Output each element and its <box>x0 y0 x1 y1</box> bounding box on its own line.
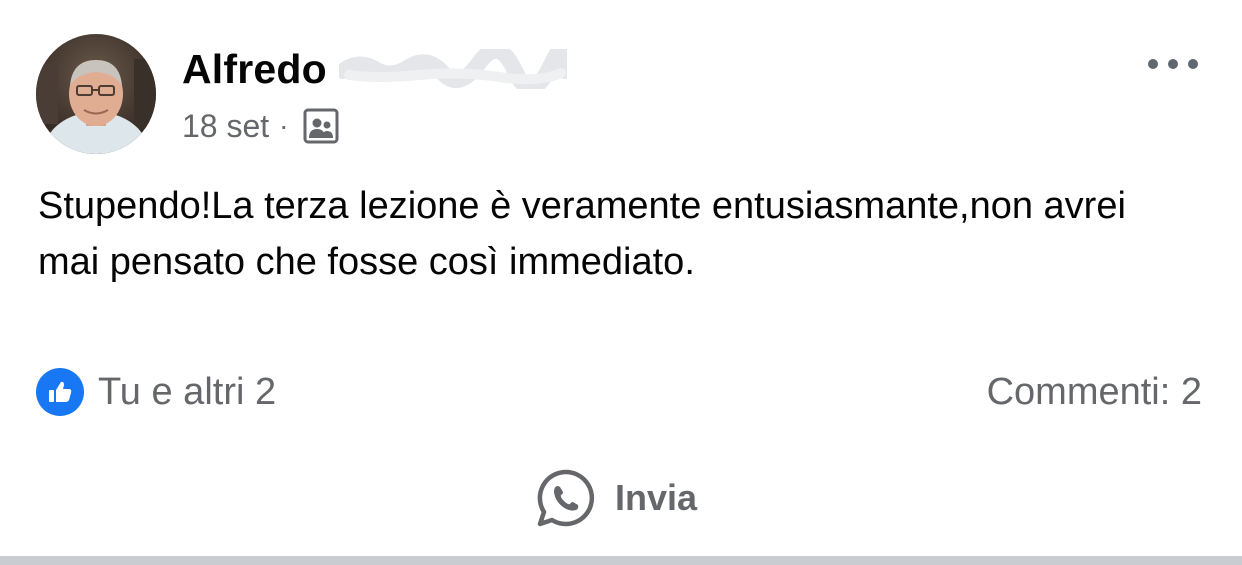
like-icon <box>36 368 84 416</box>
author-header: Alfredo <box>182 37 575 96</box>
avatar[interactable] <box>36 34 156 154</box>
post-meta: 18 set · <box>182 104 339 148</box>
share-label: Invia <box>615 477 698 518</box>
meta-separator: · <box>279 110 289 141</box>
whatsapp-icon <box>535 467 597 529</box>
redacted-surname <box>334 37 575 96</box>
more-dot <box>1188 59 1198 69</box>
author-name[interactable]: Alfredo <box>182 46 327 93</box>
post-body: Stupendo!La terza lezione è veramente en… <box>38 185 1126 283</box>
reactions-summary[interactable]: Tu e altri 2 <box>36 366 276 418</box>
share-button[interactable]: Invia <box>535 466 697 530</box>
comments-count[interactable]: Commenti: 2 <box>987 366 1202 418</box>
post-date[interactable]: 18 set <box>182 108 269 145</box>
post-divider <box>0 556 1242 565</box>
reactions-count: Tu e altri 2 <box>98 370 277 413</box>
more-dot <box>1168 59 1178 69</box>
group-audience-icon <box>303 108 339 144</box>
more-options-icon[interactable] <box>1148 52 1198 76</box>
post-card: Alfredo 18 set · Stupendo!La terza lezio… <box>0 0 1242 565</box>
more-dot <box>1148 59 1158 69</box>
